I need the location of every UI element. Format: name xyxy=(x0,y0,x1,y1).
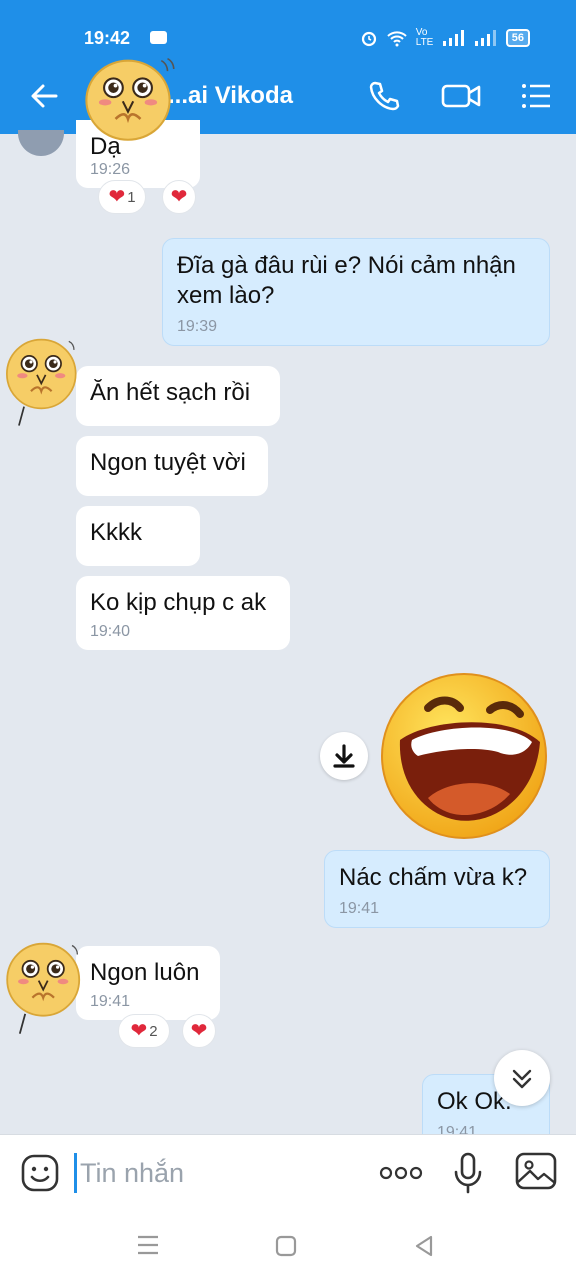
message-time: 19:26 xyxy=(90,161,131,178)
heart-icon: ❤ xyxy=(170,186,188,208)
message-bubble-received[interactable]: Ăn hết sạch rồi xyxy=(76,366,280,426)
alarm-icon xyxy=(361,31,376,47)
microphone-icon[interactable] xyxy=(452,1151,484,1195)
message-bubble-received[interactable]: Ngon tuyệt vời xyxy=(76,436,268,496)
message-bubble-received[interactable]: Ko kịp chụp c ak 19:40 xyxy=(76,576,290,650)
message-input[interactable]: Tin nhắn xyxy=(80,1158,184,1189)
message-text: Ko kịp chụp c ak xyxy=(90,589,267,616)
message-bubble-sent[interactable]: Nác chấm vừa k? 19:41 xyxy=(324,850,550,928)
message-text: Kkkk xyxy=(90,519,143,546)
message-bubble-sent[interactable]: Đĩa gà đâu rùi e? Nói cảm nhận xem lào? … xyxy=(162,238,550,346)
heart-icon: ❤ xyxy=(190,1020,208,1042)
message-text: Ngon luôn xyxy=(90,959,200,986)
battery-icon: 56 xyxy=(505,29,530,47)
laughing-emoji-sticker[interactable] xyxy=(378,670,550,842)
reaction-count: 2 xyxy=(149,1022,158,1040)
reaction-count: 1 xyxy=(127,188,136,206)
video-call-icon[interactable] xyxy=(440,78,484,114)
message-time: 19:40 xyxy=(90,623,131,640)
message-bubble-received[interactable]: Kkkk xyxy=(76,506,200,566)
download-button[interactable] xyxy=(320,732,368,780)
contact-avatar-sticker[interactable] xyxy=(0,926,90,1046)
download-icon xyxy=(333,744,355,768)
react-button[interactable]: ❤ xyxy=(162,180,196,214)
heart-icon: ❤ xyxy=(130,1020,148,1042)
signal-icon xyxy=(442,30,464,46)
message-time: 19:39 xyxy=(177,318,218,335)
back-arrow-icon[interactable] xyxy=(26,78,62,114)
contact-avatar[interactable] xyxy=(18,130,64,156)
network-label: Vo LTE xyxy=(415,27,434,48)
contact-avatar-sticker[interactable] xyxy=(76,42,180,146)
react-button[interactable]: ❤ xyxy=(182,1014,216,1048)
text-caret xyxy=(74,1153,77,1193)
system-navigation-bar xyxy=(0,1210,576,1280)
scroll-to-bottom-button[interactable] xyxy=(494,1050,550,1106)
chevron-double-down-icon xyxy=(512,1069,532,1089)
message-bubble-received[interactable]: Ngon luôn 19:41 xyxy=(76,946,220,1020)
nav-home-icon[interactable] xyxy=(274,1234,298,1258)
message-text: Đĩa gà đâu rùi e? Nói cảm nhận xem lào? xyxy=(177,252,516,309)
menu-list-icon[interactable] xyxy=(518,78,554,114)
phone-icon[interactable] xyxy=(366,78,402,114)
status-icons: Vo LTE 56 xyxy=(360,28,530,48)
emoji-icon[interactable] xyxy=(20,1153,60,1193)
more-dots-icon[interactable] xyxy=(378,1159,424,1187)
composer-bar: Tin nhắn xyxy=(0,1134,576,1210)
message-text: Ăn hết sạch rồi xyxy=(90,379,251,406)
message-time: 19:41 xyxy=(339,900,380,917)
wifi-icon xyxy=(387,31,407,47)
signal-icon xyxy=(474,30,496,46)
reaction-summary[interactable]: ❤ 2 xyxy=(118,1014,170,1048)
nav-menu-icon[interactable] xyxy=(136,1234,160,1256)
heart-icon: ❤ xyxy=(108,186,126,208)
contact-name[interactable]: ...ai Vikoda xyxy=(168,82,293,110)
message-time: 19:41 xyxy=(90,993,131,1010)
reaction-summary[interactable]: ❤ 1 xyxy=(98,180,146,214)
image-icon[interactable] xyxy=(514,1151,558,1191)
contact-avatar-sticker[interactable] xyxy=(0,322,86,438)
nav-back-icon[interactable] xyxy=(412,1234,436,1258)
message-text: Nác chấm vừa k? xyxy=(339,864,528,891)
message-text: Ngon tuyệt vời xyxy=(90,449,246,476)
